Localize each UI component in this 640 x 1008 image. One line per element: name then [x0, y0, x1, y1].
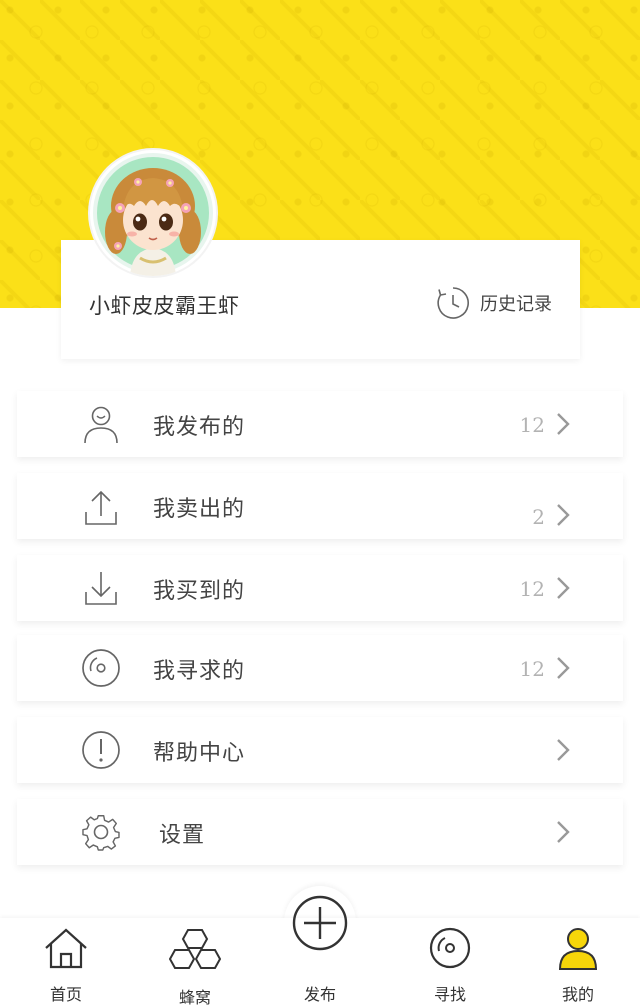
- menu-count: 2: [532, 505, 545, 529]
- nav-label: 我的: [561, 985, 594, 1004]
- menu-label: 设置: [159, 823, 206, 848]
- cartoon-girl-avatar-icon: [93, 153, 213, 276]
- avatar[interactable]: [90, 150, 216, 276]
- menu-count: 12: [519, 413, 545, 437]
- menu-count: 12: [519, 577, 545, 601]
- menu-label: 我买到的: [153, 579, 246, 604]
- nav-label: 发布: [303, 985, 336, 1004]
- menu-count: 12: [519, 657, 545, 681]
- nav-label: 首页: [49, 985, 82, 1004]
- menu-label: 我卖出的: [153, 497, 246, 522]
- compass-icon: [81, 648, 121, 688]
- chevron-right-icon: [553, 737, 573, 763]
- menu-item-settings[interactable]: 设置: [17, 799, 623, 865]
- nav-item-hive[interactable]: 蜂窝: [145, 918, 245, 1008]
- upload-icon: [81, 486, 121, 526]
- chevron-right-icon: [553, 575, 573, 601]
- chevron-right-icon: [553, 655, 573, 681]
- nav-label: 蜂窝: [178, 988, 211, 1007]
- history-button[interactable]: 历史记录: [436, 286, 552, 320]
- download-icon: [81, 568, 121, 608]
- menu-label: 帮助中心: [153, 741, 246, 766]
- user-icon: [81, 404, 121, 444]
- plus-circle-icon: [292, 895, 348, 951]
- nav-item-mine[interactable]: 我的: [528, 918, 628, 1008]
- username: 小虾皮皮霸王虾: [89, 294, 240, 318]
- menu-label: 我发布的: [153, 415, 246, 440]
- home-icon: [45, 928, 87, 969]
- nav-item-find[interactable]: 寻找: [400, 918, 500, 1008]
- hive-icon: [169, 929, 221, 969]
- history-clock-icon: [437, 287, 469, 319]
- bottom-nav: 首页 蜂窝 发布 寻找 我的: [0, 895, 640, 1008]
- help-icon: [81, 730, 121, 770]
- menu-item-sold[interactable]: 我卖出的 2: [17, 473, 623, 539]
- chevron-right-icon: [553, 411, 573, 437]
- chevron-right-icon: [553, 819, 573, 845]
- menu-item-published[interactable]: 我发布的 12: [17, 391, 623, 457]
- nav-label: 寻找: [433, 985, 466, 1004]
- menu-item-help-center[interactable]: 帮助中心: [17, 717, 623, 783]
- history-label: 历史记录: [480, 294, 552, 315]
- menu-item-seeking[interactable]: 我寻求的 12: [17, 635, 623, 701]
- menu-label: 我寻求的: [153, 659, 246, 684]
- chevron-right-icon: [553, 502, 573, 528]
- user-icon: [558, 928, 598, 970]
- nav-item-publish[interactable]: 发布: [270, 895, 370, 1008]
- gear-icon: [81, 812, 121, 852]
- nav-item-home[interactable]: 首页: [16, 918, 116, 1008]
- compass-icon: [429, 927, 471, 969]
- menu-item-bought[interactable]: 我买到的 12: [17, 555, 623, 621]
